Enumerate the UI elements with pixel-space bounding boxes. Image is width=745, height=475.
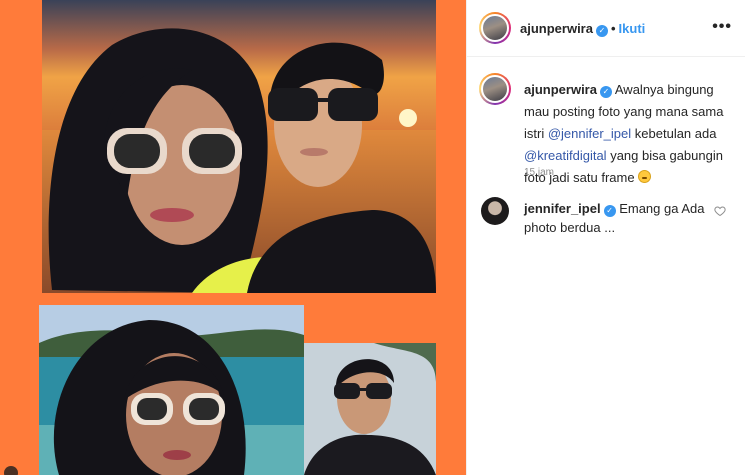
comment-avatar[interactable] bbox=[481, 197, 509, 225]
caption-body-2: kebetulan ada bbox=[634, 126, 717, 141]
couple-selfie-sunset-photo bbox=[42, 0, 436, 293]
post-media[interactable] bbox=[0, 0, 466, 475]
verified-badge-icon: ✓ bbox=[595, 25, 608, 37]
carousel-nav-button[interactable] bbox=[4, 466, 18, 475]
grimacing-face-emoji-icon bbox=[638, 170, 652, 183]
post-header: ajunperwira ✓ • Ikuti ••• bbox=[467, 0, 745, 57]
post-timestamp[interactable]: 15 jam bbox=[524, 167, 554, 178]
more-options-icon[interactable]: ••• bbox=[712, 18, 732, 36]
mention-link-jennifer[interactable]: @jennifer_ipel bbox=[548, 126, 631, 141]
header-user-line: ajunperwira ✓ • Ikuti bbox=[520, 21, 645, 37]
caption-story-ring[interactable] bbox=[479, 73, 511, 105]
verified-badge-icon: ✓ bbox=[599, 86, 612, 98]
header-username[interactable]: ajunperwira bbox=[520, 21, 593, 36]
heart-icon[interactable] bbox=[714, 205, 726, 217]
beach-selfie-photo bbox=[39, 305, 304, 475]
avatar[interactable] bbox=[481, 14, 509, 42]
comment-username[interactable]: jennifer_ipel bbox=[524, 201, 601, 216]
follow-button[interactable]: Ikuti bbox=[619, 21, 646, 36]
story-ring[interactable] bbox=[479, 12, 511, 44]
verified-badge-icon: ✓ bbox=[603, 205, 616, 217]
portrait-photo bbox=[304, 343, 436, 475]
caption-avatar[interactable] bbox=[481, 75, 509, 103]
mention-link-kreatifdigital[interactable]: @kreatifdigital bbox=[524, 148, 607, 163]
caption-username[interactable]: ajunperwira bbox=[524, 82, 597, 97]
post-side-panel: ajunperwira ✓ • Ikuti ••• ajunperwira ✓ Awal… bbox=[466, 0, 745, 475]
separator-dot: • bbox=[610, 21, 616, 36]
comment-text: jennifer_ipel ✓ Emang ga Ada photo berdua… bbox=[524, 199, 709, 237]
caption-text: ajunperwira ✓ Awalnya bingung mau posting… bbox=[524, 79, 734, 189]
